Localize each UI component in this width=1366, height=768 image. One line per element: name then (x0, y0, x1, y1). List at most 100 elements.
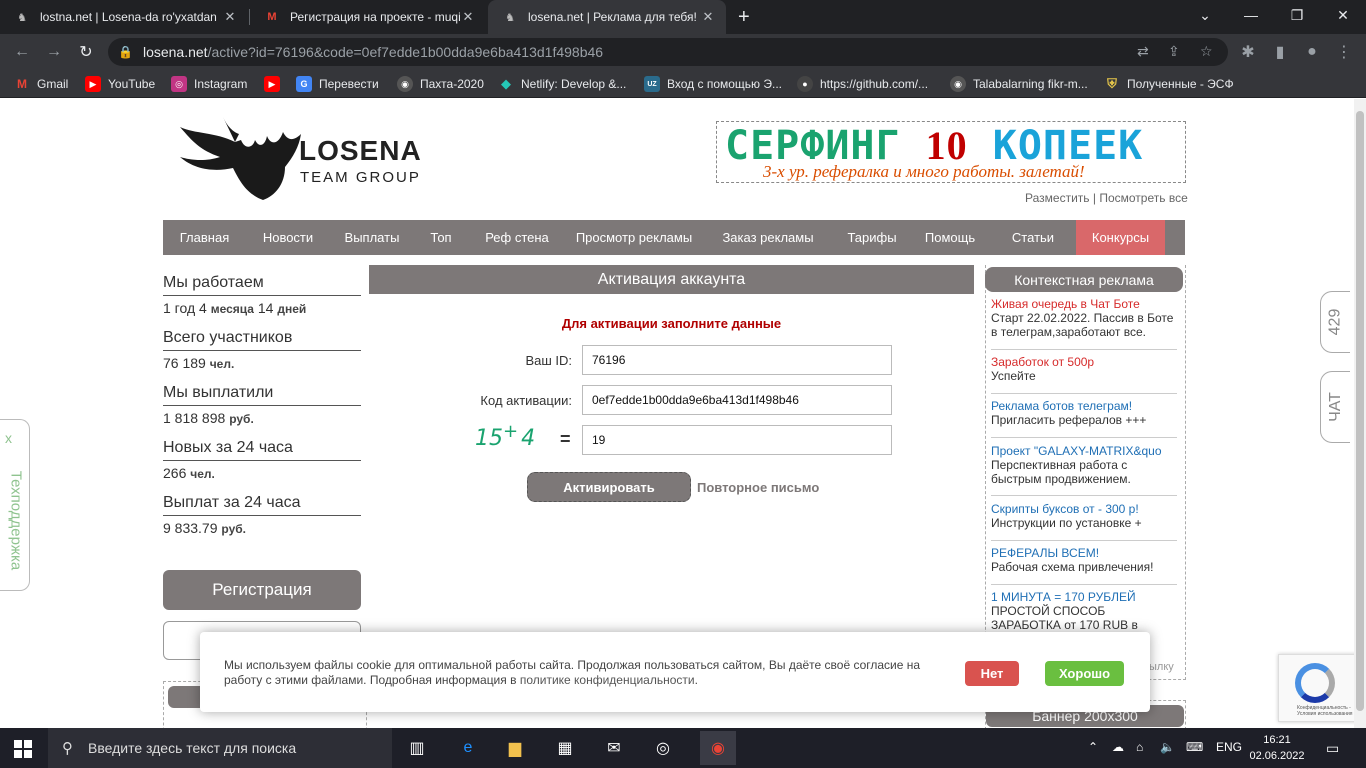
ad-item[interactable]: Скрипты буксов от - 300 р! Инструкции по … (991, 502, 1177, 530)
bookmark-uzex[interactable]: UZ Вход с помощью Э... (644, 76, 782, 92)
clock[interactable]: 16:21 02.06.2022 (1246, 732, 1308, 764)
nav-articles[interactable]: Статьи (990, 220, 1076, 255)
bookmark-talabalar[interactable]: ◉ Talabalarning fikr-m... (950, 76, 1088, 92)
windows-start-icon[interactable] (14, 740, 32, 758)
ad-title[interactable]: Скрипты буксов от - 300 р! (991, 502, 1177, 516)
recaptcha-badge[interactable]: Конфиденциальность - Условия использован… (1278, 654, 1366, 722)
task-view-icon[interactable]: ▥ (405, 736, 429, 760)
cookie-decline-button[interactable]: Нет (965, 661, 1019, 686)
close-icon[interactable]: ✕ (460, 9, 476, 25)
file-explorer-icon[interactable]: ▆ (503, 736, 527, 760)
bookmark-youtube[interactable]: ▶ YouTube (85, 76, 155, 92)
ad-title[interactable]: Живая очередь в Чат Боте (991, 297, 1177, 311)
surfing-banner[interactable]: СЕРФИНГ 10 КОПЕЕК 3-х ур. рефералка и мн… (716, 121, 1186, 183)
bookmark-gmail[interactable]: M Gmail (14, 76, 68, 92)
nav-ref-wall[interactable]: Реф стена (468, 220, 566, 255)
share-icon[interactable]: ⇪ (1168, 43, 1180, 60)
nav-order-ads[interactable]: Заказ рекламы (702, 220, 834, 255)
ad-item[interactable]: 1 МИНУТА = 170 РУБЛЕЙ ПРОСТОЙ СПОСОБ ЗАРА… (991, 590, 1177, 632)
nav-view-ads[interactable]: Просмотр рекламы (566, 220, 702, 255)
store-icon[interactable]: ▦ (553, 736, 577, 760)
ad-title[interactable]: Реклама ботов телеграм! (991, 399, 1177, 413)
network-icon[interactable]: ⌂ (1136, 740, 1143, 754)
new-tab-button[interactable]: + (738, 7, 750, 27)
ad-item[interactable]: Реклама ботов телеграм! Пригласить рефера… (991, 399, 1177, 427)
window-close-button[interactable]: ✕ (1320, 0, 1366, 30)
bookmark-esf[interactable]: ⛨ Полученные - ЭСФ (1104, 76, 1233, 92)
chat-tab[interactable]: ЧАТ (1320, 371, 1350, 443)
ad-item[interactable]: РЕФЕРАЛЫ ВСЕМ! Рабочая схема привлечения! (991, 546, 1177, 574)
nav-tariffs[interactable]: Тарифы (834, 220, 910, 255)
side-panel-icon[interactable]: ▮ (1268, 40, 1292, 64)
ad-title[interactable]: Заработок от 500р (991, 355, 1177, 369)
language-indicator[interactable]: ENG (1216, 740, 1242, 754)
bookmark-github[interactable]: ● https://github.com/... (797, 76, 928, 92)
user-id-input[interactable] (582, 345, 892, 375)
nav-home[interactable]: Главная (163, 220, 246, 255)
register-button[interactable]: Регистрация (163, 570, 361, 610)
nav-help[interactable]: Помощь (910, 220, 990, 255)
place-banner-link[interactable]: Разместить (1025, 191, 1090, 205)
reload-button[interactable]: ↻ (74, 40, 98, 64)
notifications-icon[interactable]: ▭ (1326, 740, 1339, 757)
taskbar-search-input[interactable]: ⚲ Введите здесь текст для поиска (48, 728, 392, 768)
edge-icon[interactable]: e (456, 736, 480, 760)
menu-icon[interactable]: ⋮ (1332, 40, 1356, 64)
ad-item[interactable]: Проект "GALAXY-MATRIX&quo Перспективная р… (991, 444, 1177, 486)
ad-title[interactable]: Проект "GALAXY-MATRIX&quo (991, 444, 1177, 458)
translate-icon[interactable]: ⇄ (1137, 43, 1149, 60)
page-scrollbar[interactable] (1354, 99, 1366, 728)
minimize-button[interactable]: — (1228, 0, 1274, 30)
lock-icon[interactable]: 🔒 (118, 45, 133, 59)
online-count-tab[interactable]: 429 (1320, 291, 1350, 353)
privacy-policy-link[interactable]: политике конфиденциальности (520, 673, 695, 687)
keyboard-icon[interactable]: ⌨ (1186, 740, 1203, 754)
netlify-icon: ◆ (501, 76, 511, 91)
bookmark-netlify[interactable]: ◆ Netlify: Develop &... (498, 76, 626, 92)
cookie-banner: Мы используем файлы cookie для оптимальн… (200, 632, 1150, 712)
ad-title[interactable]: РЕФЕРАЛЫ ВСЕМ! (991, 546, 1177, 560)
tray-expand-icon[interactable]: ⌃ (1088, 740, 1098, 754)
back-button[interactable]: ← (10, 40, 34, 64)
scrollbar-thumb[interactable] (1356, 111, 1364, 711)
close-icon[interactable]: ✕ (222, 9, 238, 25)
resend-email-link[interactable]: Повторное письмо (697, 480, 819, 495)
nav-top[interactable]: Топ (414, 220, 468, 255)
weather-icon[interactable]: ☁ (1112, 740, 1124, 754)
tab-muqi-registration[interactable]: M Регистрация на проекте - muqi ✕ (250, 0, 486, 34)
activate-button[interactable]: Активировать (527, 472, 691, 502)
bookmark-paxta[interactable]: ◉ Пахта-2020 (397, 76, 484, 92)
chrome-icon[interactable]: ◉ (700, 731, 736, 765)
ad-description: Успейте (991, 369, 1036, 383)
stat-label: Выплат за 24 часа (163, 494, 361, 516)
bookmark-star-icon[interactable]: ☆ (1200, 43, 1213, 60)
nav-contests[interactable]: Конкурсы (1076, 220, 1165, 255)
close-icon[interactable]: ✕ (700, 9, 716, 25)
tab-losena-register[interactable]: ♞ lostna.net | Losena-da ro'yxatdan ✕ (0, 0, 248, 34)
support-tab[interactable]: x Техподдержка (0, 419, 30, 591)
bookmark-translate[interactable]: G Перевести (296, 76, 379, 92)
nav-payouts[interactable]: Выплаты (330, 220, 414, 255)
volume-icon[interactable]: 🔈 (1160, 740, 1175, 754)
ad-item[interactable]: Заработок от 500р Успейте (991, 355, 1177, 383)
media-icon[interactable]: ◎ (651, 736, 675, 760)
restore-button[interactable]: ❐ (1274, 0, 1320, 30)
extensions-icon[interactable]: ✱ (1236, 40, 1260, 64)
cookie-text: Мы используем файлы cookie для оптимальн… (224, 658, 924, 688)
ad-item[interactable]: Живая очередь в Чат Боте Старт 22.02.2022… (991, 297, 1177, 339)
activation-code-input[interactable] (582, 385, 892, 415)
tab-losena-active[interactable]: ♞ losena.net | Реклама для тебя! ✕ (488, 0, 726, 34)
address-bar[interactable]: 🔒 losena.net/active?id=76196&code=0ef7ed… (108, 38, 1228, 66)
ad-title[interactable]: 1 МИНУТА = 170 РУБЛЕЙ (991, 590, 1177, 604)
forward-button[interactable]: → (42, 40, 66, 64)
tab-search-icon[interactable]: ⌄ (1182, 0, 1228, 30)
bookmark-youtube-2[interactable]: ▶ (264, 76, 287, 92)
bookmark-instagram[interactable]: ◎ Instagram (171, 76, 247, 92)
cookie-accept-button[interactable]: Хорошо (1045, 661, 1124, 686)
view-all-banners-link[interactable]: Посмотреть все (1099, 191, 1187, 205)
profile-avatar[interactable]: ● (1300, 40, 1324, 64)
mail-icon[interactable]: ✉ (602, 736, 626, 760)
ads-more-link[interactable]: ылку (1149, 661, 1174, 673)
nav-news[interactable]: Новости (246, 220, 330, 255)
captcha-answer-input[interactable] (582, 425, 892, 455)
